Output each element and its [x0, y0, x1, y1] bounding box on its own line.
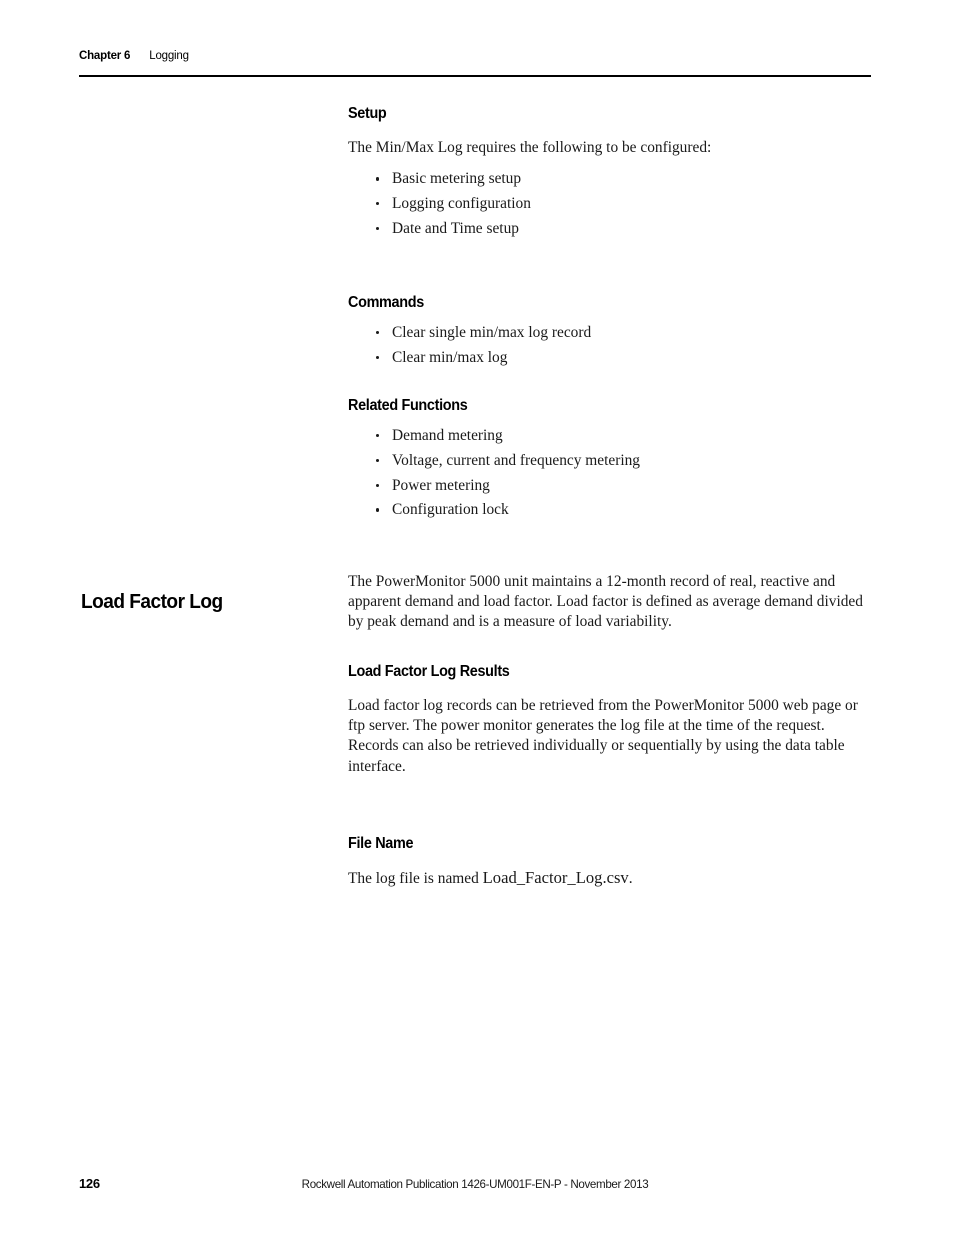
list-item-label: Demand metering: [392, 427, 503, 444]
list-item-label: Voltage, current and frequency metering: [392, 451, 640, 469]
file-name-prefix: The log file is named: [348, 870, 483, 887]
section-commands: Commands Clear single min/max log record…: [348, 293, 868, 371]
list-item-label: Clear min/max log: [392, 348, 508, 366]
list-item: Power metering: [348, 474, 868, 499]
load-factor-log-paragraph: The PowerMonitor 5000 unit maintains a 1…: [348, 573, 863, 631]
section-heading-load-factor-log: Load Factor Log: [81, 589, 223, 613]
section-heading-related-functions: Related Functions: [348, 397, 468, 414]
list-item-label: Date and Time setup: [392, 219, 519, 237]
running-header: Chapter 6 Logging: [79, 50, 871, 68]
file-name-suffix: .: [628, 870, 633, 887]
section-load-factor-log-body: The PowerMonitor 5000 unit maintains a 1…: [348, 572, 866, 633]
setup-intro-paragraph: The Min/Max Log requires the following t…: [348, 139, 712, 156]
related-functions-bullet-list: Demand metering Voltage, current and fre…: [348, 424, 868, 523]
section-load-factor-log-results: Load Factor Log Results Load factor log …: [348, 662, 868, 777]
bullet-icon: [376, 355, 380, 360]
file-name-paragraph: The log file is named Load_Factor_Log.cs…: [348, 868, 868, 889]
bullet-icon: [376, 202, 380, 206]
bullet-icon: [376, 226, 380, 231]
bullet-icon: [376, 434, 380, 438]
section-heading-commands: Commands: [348, 294, 424, 311]
bullet-icon: [376, 458, 380, 463]
chapter-topic: Logging: [149, 50, 189, 62]
load-factor-log-results-paragraph: Load factor log records can be retrieved…: [348, 697, 858, 775]
list-item-label: Power metering: [392, 476, 490, 494]
list-item: Basic metering setup: [348, 167, 868, 192]
bullet-icon: [376, 331, 380, 335]
file-name-value: Load_Factor_Log.csv: [482, 868, 629, 887]
section-heading-file-name: File Name: [348, 835, 414, 852]
bullet-icon: [376, 177, 380, 181]
setup-bullet-list: Basic metering setup Logging configurati…: [348, 167, 868, 241]
commands-bullet-list: Clear single min/max log record Clear mi…: [348, 321, 868, 371]
section-related-functions: Related Functions Demand metering Voltag…: [348, 396, 868, 523]
list-item-label: Configuration lock: [392, 501, 509, 519]
list-item: Date and Time setup: [348, 217, 868, 242]
list-item: Demand metering: [348, 424, 868, 449]
section-setup: Setup The Min/Max Log requires the follo…: [348, 104, 868, 242]
bullet-icon: [376, 483, 380, 487]
list-item: Logging configuration: [348, 192, 868, 217]
list-item-label: Logging configuration: [392, 195, 531, 212]
section-file-name: File Name The log file is named Load_Fac…: [348, 834, 868, 889]
chapter-label: Chapter 6: [79, 50, 131, 62]
list-item-label: Basic metering setup: [392, 170, 522, 188]
list-item-label: Clear single min/max log record: [392, 324, 592, 341]
list-item: Voltage, current and frequency metering: [348, 449, 868, 474]
section-heading-setup: Setup: [348, 105, 387, 122]
list-item: Configuration lock: [348, 498, 868, 523]
list-item: Clear single min/max log record: [348, 321, 868, 346]
bullet-icon: [376, 508, 380, 512]
section-heading-load-factor-log-results: Load Factor Log Results: [348, 663, 510, 680]
list-item: Clear min/max log: [348, 346, 868, 371]
header-divider: [79, 75, 871, 78]
document-page: Chapter 6 Logging Setup The Min/Max Log r…: [0, 0, 954, 1235]
footer-publication-line: Rockwell Automation Publication 1426-UM0…: [301, 1178, 649, 1191]
